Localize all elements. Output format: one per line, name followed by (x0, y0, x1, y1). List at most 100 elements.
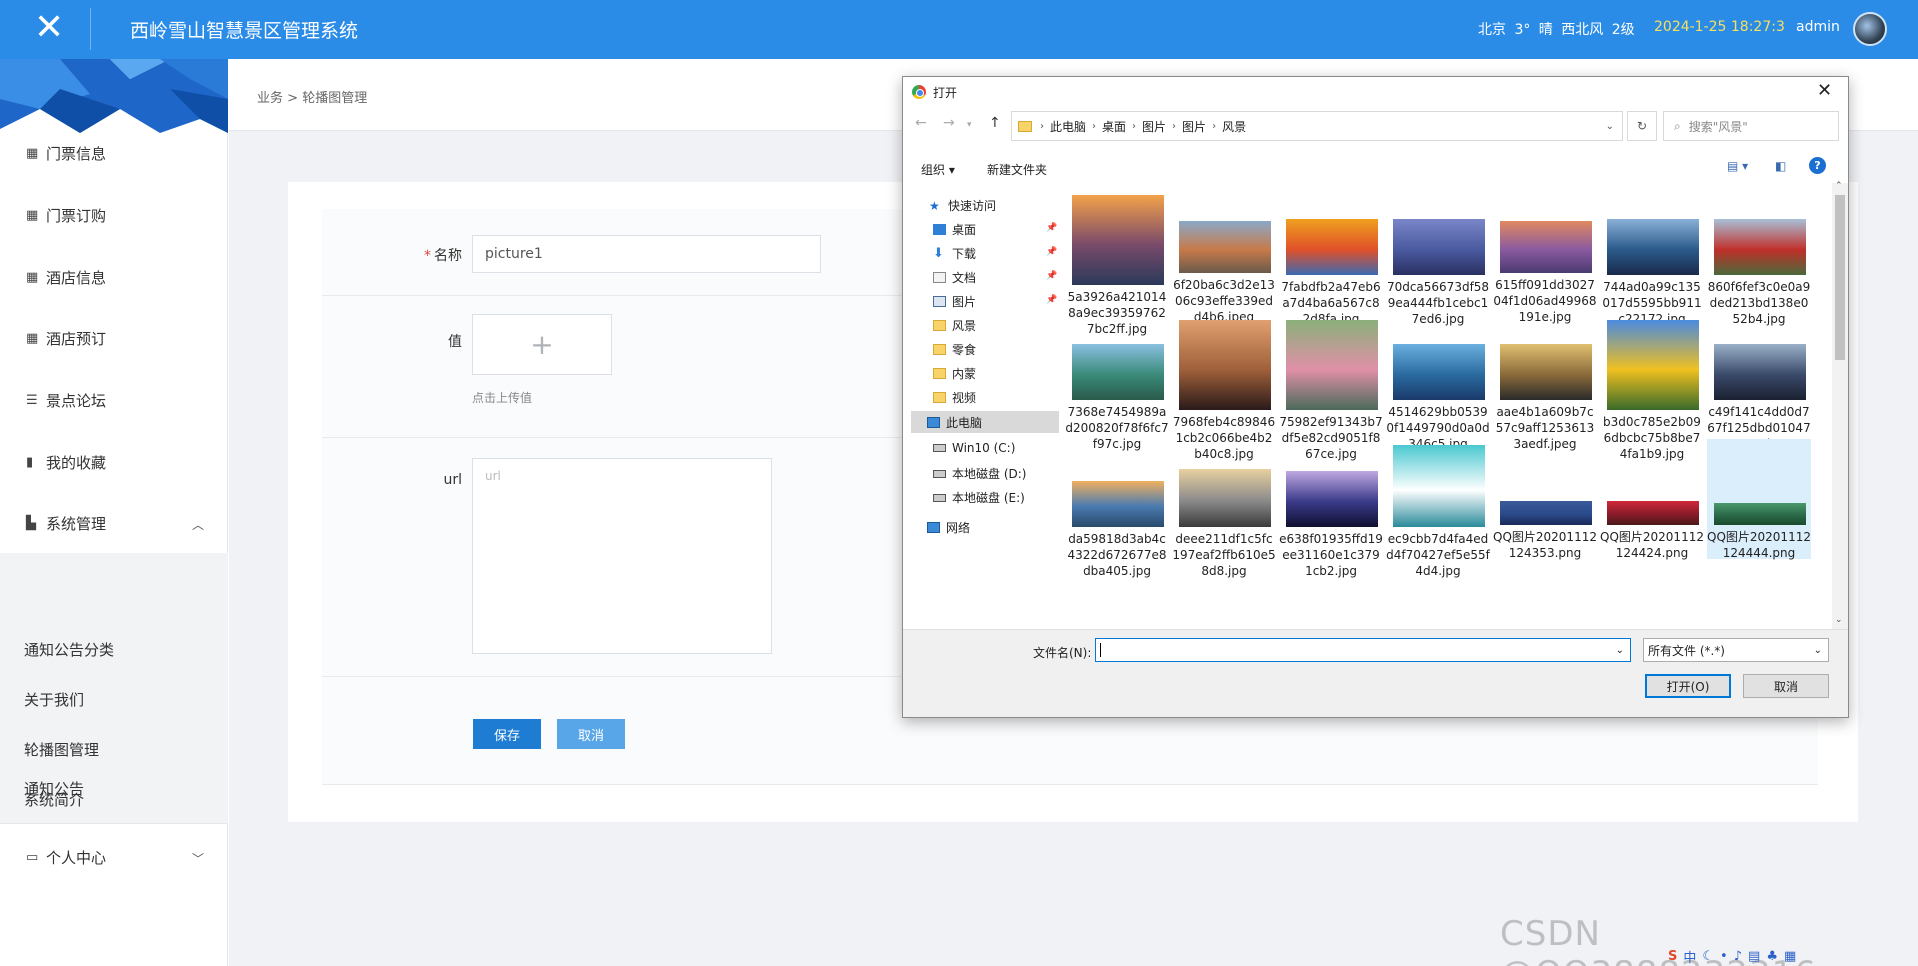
name-input[interactable]: picture1 (472, 235, 821, 273)
preview-pane-icon[interactable]: ◧ (1775, 159, 1786, 173)
language-icon[interactable]: 中 (1683, 947, 1696, 966)
punctuation-icon[interactable]: • (1720, 949, 1728, 964)
submenu-carousel-management[interactable]: 轮播图管理 (24, 739, 99, 760)
breadcrumb-root[interactable]: 业务 (257, 91, 283, 106)
sidebar-item-personal-center[interactable]: ▭ 个人中心 (26, 847, 106, 868)
url-textarea[interactable]: url (472, 458, 772, 654)
filetype-select[interactable]: 所有文件 (*.*) ⌄ (1643, 638, 1829, 662)
dialog-titlebar[interactable]: 打开 ✕ (903, 77, 1848, 107)
sogou-icon[interactable]: S (1668, 949, 1677, 964)
sidebar-item-system[interactable]: ▙ 系统管理 (26, 513, 106, 534)
file-tile[interactable]: da59818d3ab4c4322d672677e8dba405.jpg (1065, 439, 1169, 578)
save-button[interactable]: 保存 (473, 719, 541, 749)
filetype-dropdown-icon[interactable]: ⌄ (1814, 645, 1822, 656)
filename-dropdown-icon[interactable]: ⌄ (1616, 645, 1624, 656)
username[interactable]: admin (1796, 19, 1840, 35)
search-input[interactable]: ⌕ 搜索"风景" (1663, 111, 1839, 141)
tree-item-snacks[interactable]: 零食 (933, 341, 976, 358)
path-chevron-icon: › (1212, 120, 1217, 132)
tree-item-documents[interactable]: 文档 (933, 269, 976, 286)
help-icon[interactable]: ? (1809, 157, 1826, 174)
tree-item-quick-access[interactable]: ★ 快速访问 (929, 197, 996, 214)
file-tile[interactable]: 7368e7454989ad200820f78f6fc7f97c.jpg (1065, 314, 1169, 451)
address-dropdown-icon[interactable]: ⌄ (1606, 121, 1614, 132)
path-segment[interactable]: 图片 (1142, 118, 1166, 135)
upload-button[interactable]: + (472, 314, 612, 375)
tree-item-inner-mongolia[interactable]: 内蒙 (933, 365, 976, 382)
tree-item-videos[interactable]: 视频 (933, 389, 976, 406)
keyboard-icon[interactable]: ▤ (1748, 949, 1760, 964)
shirt-icon[interactable]: ♣ (1766, 949, 1778, 964)
file-tile[interactable]: ec9cbb7d4fa4edd4f70427ef5e55f4d4.jpg (1386, 439, 1490, 578)
new-folder-button[interactable]: 新建文件夹 (987, 161, 1047, 178)
back-arrow-icon[interactable]: ← (915, 115, 927, 131)
file-tile[interactable]: c49f141c4dd0d767f125dbd0104746e7.jpg (1707, 314, 1811, 451)
recent-locations-chevron-icon[interactable]: ▾ (967, 120, 972, 130)
scroll-down-icon[interactable]: ⌄ (1835, 615, 1843, 625)
file-tile[interactable]: aae4b1a609b7c57c9aff12536133aedf.jpeg (1493, 314, 1597, 451)
open-button[interactable]: 打开(O) (1645, 674, 1731, 698)
file-tile[interactable]: b3d0c785e2b096dbcbc75b8be74fa1b9.jpg (1600, 314, 1704, 461)
file-tile[interactable]: 7fabdfb2a47eb6a7d4ba6a567c82d8fa.jpg (1279, 189, 1383, 326)
tree-item-desktop[interactable]: 桌面 (933, 221, 976, 238)
address-bar[interactable]: › 此电脑 › 桌面 › 图片 › 图片 › 风景 ⌄ (1011, 111, 1623, 141)
search-placeholder: 搜索"风景" (1688, 119, 1748, 134)
up-arrow-icon[interactable]: ↑ (989, 115, 1001, 131)
sidebar-item-favorites[interactable]: ▮ 我的收藏 (26, 452, 106, 473)
sidebar-item-ticket-order[interactable]: ▦ 门票订购 (26, 205, 106, 226)
path-segment[interactable]: 图片 (1182, 118, 1206, 135)
view-mode-icon[interactable]: ▤ ▾ (1727, 159, 1748, 173)
apps-icon[interactable]: ▦ (1784, 949, 1796, 964)
tree-item-this-pc[interactable]: 此电脑 (911, 411, 1059, 433)
close-icon[interactable]: ✕ (1817, 80, 1832, 101)
file-tile[interactable]: 615ff091dd302704f1d06ad49968191e.jpg (1493, 189, 1597, 324)
file-tile[interactable]: QQ图片20201112124444.png (1707, 439, 1811, 560)
tree-item-downloads[interactable]: ⬇ 下载 (933, 245, 976, 262)
file-tile[interactable]: 4514629bb05390f1449790d0a0d346c5.jpg (1386, 314, 1490, 451)
path-segment[interactable]: 风景 (1222, 118, 1246, 135)
filename-input[interactable]: ⌄ (1095, 638, 1631, 662)
tree-item-pictures[interactable]: 图片 (933, 293, 976, 310)
file-tile[interactable]: QQ图片20201112124424.png (1600, 439, 1704, 560)
mic-icon[interactable]: ♪ (1734, 949, 1742, 964)
close-icon[interactable]: ✕ (34, 8, 64, 48)
chevron-down-icon[interactable]: ﹀ (192, 850, 204, 867)
breadcrumb: 业务 > 轮播图管理 (257, 87, 367, 106)
scrollbar-thumb[interactable] (1835, 195, 1845, 360)
sidebar-item-hotel-booking[interactable]: ▦ 酒店预订 (26, 328, 106, 349)
chevron-up-icon[interactable]: ︿ (192, 516, 204, 533)
submenu-about-us[interactable]: 关于我们 (24, 689, 84, 710)
file-tile[interactable]: deee211df1c5fc197eaf2ffb610e58d8.jpg (1172, 439, 1276, 578)
organize-menu[interactable]: 组织 ▾ (921, 161, 955, 178)
submenu-notice-category[interactable]: 通知公告分类 (24, 639, 114, 660)
scroll-up-icon[interactable]: ⌃ (1835, 181, 1843, 191)
file-tile[interactable]: 744ad0a99c135017d5595bb911c22172.jpg (1600, 189, 1704, 326)
tree-item-drive-e[interactable]: 本地磁盘 (E:) (933, 489, 1025, 506)
path-segment[interactable]: 此电脑 (1050, 118, 1086, 135)
file-tile[interactable]: e638f01935ffd19ee31160e1c3791cb2.jpg (1279, 439, 1383, 578)
refresh-icon[interactable]: ↻ (1627, 111, 1657, 141)
sidebar-item-forum[interactable]: ☰ 景点论坛 (26, 390, 106, 411)
scrollbar[interactable]: ⌃ ⌄ (1832, 181, 1848, 629)
sidebar-item-ticket-info[interactable]: ▦ 门票信息 (26, 143, 106, 164)
cancel-button[interactable]: 取消 (557, 719, 625, 749)
tree-item-drive-d[interactable]: 本地磁盘 (D:) (933, 465, 1026, 482)
sidebar-item-hotel-info[interactable]: ▦ 酒店信息 (26, 267, 106, 288)
submenu-notices[interactable]: 通知公告 (24, 778, 84, 799)
tree-item-scenery[interactable]: 风景 (933, 317, 976, 334)
file-tile[interactable]: 860f6fef3c0e0a9ded213bd138e052b4.jpg (1707, 189, 1811, 326)
tree-item-drive-c[interactable]: Win10 (C:) (933, 441, 1015, 455)
tree-item-network[interactable]: 网络 (927, 519, 970, 536)
file-tile[interactable]: 70dca56673df589ea444fb1cebc17ed6.jpg (1386, 189, 1490, 326)
file-tile[interactable]: QQ图片20201112124353.png (1493, 439, 1597, 560)
forward-arrow-icon[interactable]: → (943, 115, 955, 131)
avatar[interactable] (1853, 12, 1887, 46)
moon-icon[interactable]: ☾ (1702, 949, 1714, 964)
dialog-cancel-button[interactable]: 取消 (1743, 674, 1829, 698)
file-tile[interactable]: 5a3926a4210148a9ec393597627bc2ff.jpg (1065, 189, 1169, 336)
breadcrumb-separator: > (287, 91, 299, 106)
file-tile[interactable]: 75982ef91343b7df5e82cd9051f867ce.jpg (1279, 314, 1383, 461)
file-tile[interactable]: 7968feb4c898461cb2c066be4b2b40c8.jpg (1172, 314, 1276, 461)
path-segment[interactable]: 桌面 (1102, 118, 1126, 135)
file-tile[interactable]: 6f20ba6c3d2e1306c93effe339edd4b6.jpeg (1172, 189, 1276, 324)
